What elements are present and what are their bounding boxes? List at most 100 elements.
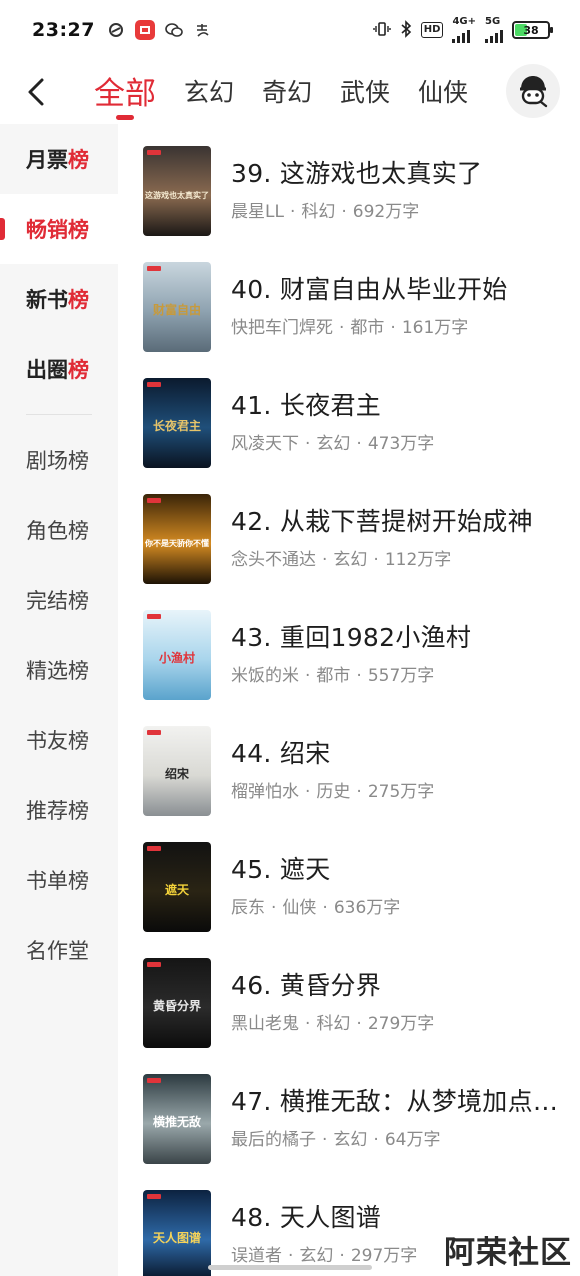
sidebar-item-primary-1[interactable]: 畅销榜 — [0, 194, 118, 264]
book-cover[interactable]: 你不是天骄你不懂 — [143, 494, 211, 584]
sidebar-item-secondary-1[interactable]: 角色榜 — [0, 495, 118, 565]
sidebar-item-primary-3[interactable]: 出圈榜 — [0, 334, 118, 404]
book-title[interactable]: 47. 横推无敌：从梦境加点开始 — [231, 1082, 561, 1118]
sidebar-item-suffix: 榜 — [68, 218, 89, 242]
book-words: 279万字 — [367, 1014, 435, 1034]
book-title[interactable]: 42. 从栽下菩提树开始成神 — [231, 502, 561, 538]
book-cover[interactable]: 这游戏也太真实了 — [143, 146, 211, 236]
book-cover-title: 长夜君主 — [153, 418, 201, 433]
battery-icon: 38 — [512, 21, 553, 39]
book-list-item[interactable]: 你不是天骄你不懂 42. 从栽下菩提树开始成神 念头不通达 · 玄幻 · 112万字 — [118, 472, 580, 588]
status-right: HD 4G+ 5G 38 — [373, 16, 553, 43]
sidebar-item-suffix: 榜 — [68, 148, 89, 172]
user-avatar-icon — [520, 76, 548, 108]
book-genre: 都市 — [350, 318, 385, 338]
tab-0[interactable]: 全部 — [94, 76, 156, 124]
chevron-left-icon — [28, 78, 44, 106]
book-meta: 榴弹怕水 · 历史 · 275万字 — [231, 777, 434, 802]
sidebar-item-secondary-3[interactable]: 精选榜 — [0, 635, 118, 705]
meta-separator: · — [356, 434, 362, 454]
meta-separator: · — [305, 666, 311, 686]
book-title[interactable]: 44. 绍宋 — [231, 734, 561, 770]
book-genre: 科幻 — [316, 1014, 351, 1034]
book-cover[interactable]: 天人图谱 — [143, 1190, 211, 1276]
home-indicator[interactable] — [208, 1265, 372, 1270]
status-bar: 23:27 HD 4G+ 5G 38 — [0, 0, 580, 60]
meta-separator: · — [356, 666, 362, 686]
book-genre: 玄幻 — [316, 434, 351, 454]
book-cover-title: 这游戏也太真实了 — [145, 190, 209, 200]
book-genre: 科幻 — [301, 202, 336, 222]
meta-separator: · — [341, 202, 347, 222]
sidebar-item-secondary-0[interactable]: 剧场榜 — [0, 425, 118, 495]
signal-bars-1-icon — [452, 27, 471, 43]
book-cover[interactable]: 长夜君主 — [143, 378, 211, 468]
book-list-item[interactable]: 财富自由 40. 财富自由从毕业开始 快把车门焊死 · 都市 · 161万字 — [118, 240, 580, 356]
tab-1[interactable]: 玄幻 — [184, 78, 234, 124]
sidebar-item-label: 月票 — [26, 148, 68, 172]
book-title[interactable]: 40. 财富自由从毕业开始 — [231, 270, 561, 306]
book-author: 黑山老鬼 — [231, 1014, 299, 1034]
book-genre: 仙侠 — [282, 898, 317, 918]
book-author: 风凌天下 — [231, 434, 299, 454]
notification-icons — [107, 20, 211, 40]
tab-2[interactable]: 奇幻 — [262, 78, 312, 124]
sidebar-item-secondary-7[interactable]: 名作堂 — [0, 915, 118, 985]
book-title[interactable]: 41. 长夜君主 — [231, 386, 561, 422]
profile-button[interactable] — [506, 64, 560, 118]
book-words: 161万字 — [401, 318, 469, 338]
book-author: 快把车门焊死 — [231, 318, 333, 338]
book-cover[interactable]: 横推无敌 — [143, 1074, 211, 1164]
network-type-1: 4G+ — [452, 16, 476, 27]
sidebar-item-primary-0[interactable]: 月票榜 — [0, 124, 118, 194]
book-cover[interactable]: 绍宋 — [143, 726, 211, 816]
book-cover-title: 财富自由 — [152, 302, 201, 317]
meta-separator: · — [390, 318, 396, 338]
back-button[interactable] — [8, 64, 64, 120]
book-list-item[interactable]: 小渔村 43. 重回1982小渔村 米饭的米 · 都市 · 557万字 — [118, 588, 580, 704]
vibrate-icon — [373, 21, 391, 40]
book-genre: 玄幻 — [333, 1130, 368, 1150]
book-list-item[interactable]: 长夜君主 41. 长夜君主 风凌天下 · 玄幻 · 473万字 — [118, 356, 580, 472]
meta-separator: · — [288, 1246, 294, 1266]
book-cover[interactable]: 财富自由 — [143, 262, 211, 352]
book-cover-title: 遮天 — [165, 882, 190, 897]
book-list-item[interactable]: 横推无敌 47. 横推无敌：从梦境加点开始 最后的橘子 · 玄幻 · 64万字 — [118, 1052, 580, 1168]
book-cover-title: 小渔村 — [159, 650, 195, 665]
book-cover[interactable]: 遮天 — [143, 842, 211, 932]
network-type-2: 5G — [485, 16, 501, 27]
book-title[interactable]: 43. 重回1982小渔村 — [231, 618, 561, 654]
book-genre: 历史 — [316, 782, 351, 802]
meta-separator: · — [305, 434, 311, 454]
sidebar-item-suffix: 榜 — [68, 358, 89, 382]
book-words: 64万字 — [384, 1130, 441, 1150]
meta-separator: · — [271, 898, 277, 918]
book-cover[interactable]: 小渔村 — [143, 610, 211, 700]
app-notification-icon — [134, 20, 155, 40]
sidebar-item-label: 新书 — [26, 288, 68, 312]
notification-swirl-icon — [107, 21, 125, 39]
meta-separator: · — [289, 202, 296, 222]
sidebar-item-secondary-5[interactable]: 推荐榜 — [0, 775, 118, 845]
sidebar-item-label: 出圈 — [26, 358, 68, 382]
book-author: 念头不通达 — [231, 550, 316, 570]
book-list-item[interactable]: 这游戏也太真实了 39. 这游戏也太真实了 晨星LL · 科幻 · 692万字 — [118, 124, 580, 240]
ranking-sidebar: 月票榜畅销榜新书榜出圈榜剧场榜 角色榜 完结榜 精选榜 书友榜 推荐榜 书单榜 名作堂 — [0, 124, 118, 1276]
tab-3[interactable]: 武侠 — [340, 78, 390, 124]
sidebar-item-secondary-4[interactable]: 书友榜 — [0, 705, 118, 775]
book-title[interactable]: 39. 这游戏也太真实了 — [231, 154, 561, 190]
book-words: 297万字 — [350, 1246, 418, 1266]
book-list-item[interactable]: 黄昏分界 46. 黄昏分界 黑山老鬼 · 科幻 · 279万字 — [118, 936, 580, 1052]
book-list-item[interactable]: 遮天 45. 遮天 辰东 · 仙侠 · 636万字 — [118, 820, 580, 936]
book-title[interactable]: 46. 黄昏分界 — [231, 966, 561, 1002]
sidebar-item-secondary-2[interactable]: 完结榜 — [0, 565, 118, 635]
category-header: 全部 玄幻 奇幻 武侠 仙侠 — [0, 60, 580, 124]
watermark: 阿荣社区 — [444, 1235, 572, 1271]
book-list-item[interactable]: 绍宋 44. 绍宋榴弹怕水 · 历史 · 275万字 — [118, 704, 580, 820]
tab-4[interactable]: 仙侠 — [418, 78, 468, 124]
sidebar-item-secondary-6[interactable]: 书单榜 — [0, 845, 118, 915]
book-genre: 玄幻 — [333, 550, 368, 570]
sidebar-item-primary-2[interactable]: 新书榜 — [0, 264, 118, 334]
book-cover[interactable]: 黄昏分界 — [143, 958, 211, 1048]
book-title[interactable]: 45. 遮天 — [231, 850, 561, 886]
